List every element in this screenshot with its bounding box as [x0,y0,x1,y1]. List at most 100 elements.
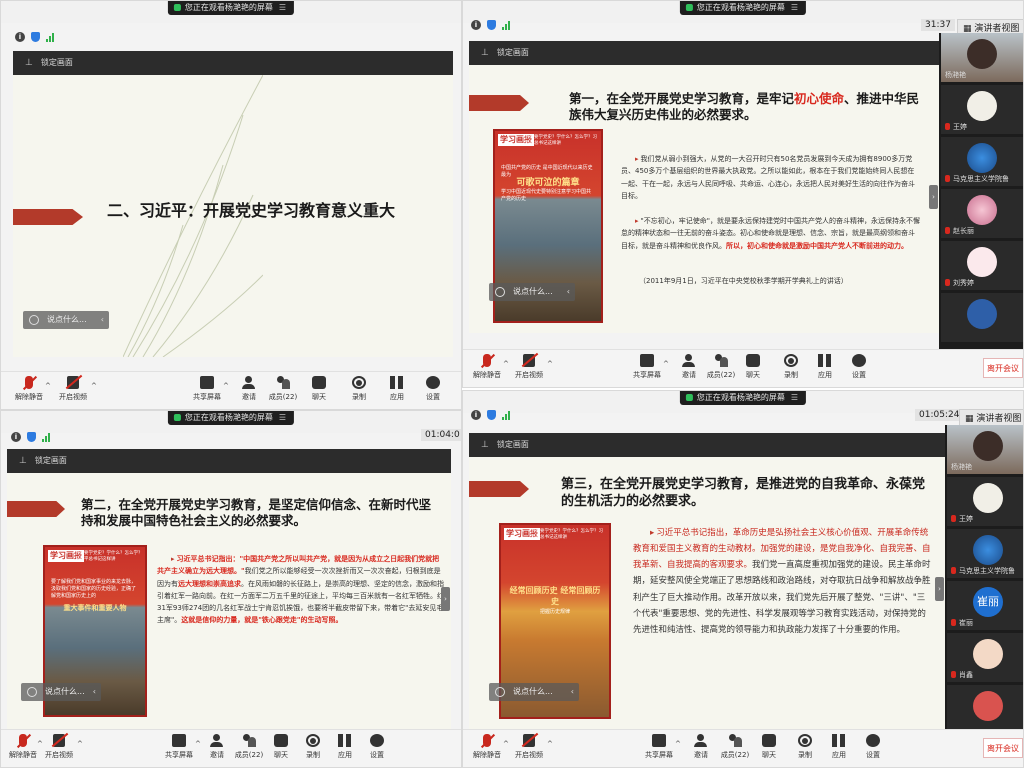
share-screen-icon [172,734,186,747]
chevron-up-icon[interactable]: ^ [503,360,509,368]
invite-label: 邀请 [242,393,256,401]
sidebar-toggle[interactable]: › [929,185,938,209]
unmute-button[interactable]: 解除静音 [9,376,49,402]
shield-icon[interactable] [27,432,36,442]
video-button[interactable]: 开启视频 [53,376,93,402]
menu-icon[interactable]: ☰ [791,3,798,12]
share-screen-button[interactable]: 共享屏幕 [627,354,667,380]
apps-button[interactable]: 应用 [377,376,417,402]
slide-title: 第一，在全党开展党史学习教育，是牢记初心使命、推进中华民族伟大复兴历史伟业的必然… [569,91,929,124]
slide-paragraph: ▸ 习近平总书记指出："中国共产党之所以叫共产党，就是因为从成立之日起我们党就把共… [157,553,445,627]
screen-share-banner[interactable]: 您正在观看杨滟艳的屏幕 ☰ [679,1,807,15]
chevron-left-icon[interactable]: ‹ [571,683,574,701]
emoji-icon[interactable] [495,287,505,297]
participant-tile[interactable]: 肖鑫 [947,633,1023,682]
video-button[interactable]: 开启视频 [509,354,549,380]
unmute-button[interactable]: 解除静音 [467,734,507,760]
chevron-up-icon[interactable]: ^ [675,740,681,748]
participant-tile[interactable] [947,685,1023,731]
chat-input[interactable]: 说点什么... ‹ [23,311,109,329]
screen-share-banner[interactable]: 您正在观看杨滟艳的屏幕 ☰ [167,411,295,425]
participant-tile[interactable]: 王婷 [947,477,1023,526]
sidebar-toggle[interactable]: › [441,587,450,611]
chevron-left-icon[interactable]: ‹ [93,683,96,701]
lock-screen-bar[interactable]: ⊥ 锁定画面 [469,433,945,457]
screen-share-banner[interactable]: 您正在观看杨滟艳的屏幕 ☰ [167,1,295,15]
unmute-label: 解除静音 [473,751,501,759]
chevron-up-icon[interactable]: ^ [547,740,553,748]
cover-tagline: 为何要学党史？学什么？怎么学？习近平总书记这样讲 [75,551,143,562]
shield-icon[interactable] [487,410,496,420]
title-part-a: 第一，在全党开展党史学习教育，是牢记 [569,91,795,106]
signal-icon[interactable] [502,20,512,30]
participant-tile[interactable]: 赵长丽 [941,189,1023,238]
unmute-button[interactable]: 解除静音 [467,354,507,380]
chevron-left-icon[interactable]: ‹ [567,283,570,301]
mic-off-icon [945,123,950,130]
sidebar-toggle[interactable]: › [935,577,944,601]
signal-icon[interactable] [46,32,56,42]
participant-tile[interactable]: 马克思主义学院鲁 [941,137,1023,186]
members-button[interactable]: 成员(22) [263,376,303,402]
participant-video[interactable]: 杨滟艳 [941,33,1023,82]
video-button[interactable]: 开启视频 [39,734,79,760]
chevron-up-icon[interactable]: ^ [91,382,97,390]
chat-button[interactable]: 聊天 [733,354,773,380]
info-icon[interactable]: i [11,432,21,442]
chat-input[interactable]: 说点什么... ‹ [21,683,101,701]
participant-tile[interactable]: 马克思主义学院鲁 [947,529,1023,578]
participant-tile[interactable] [941,293,1023,342]
menu-icon[interactable]: ☰ [279,413,286,422]
chat-input[interactable]: 说点什么... ‹ [489,683,579,701]
info-icon[interactable]: i [471,20,481,30]
menu-icon[interactable]: ☰ [279,3,286,12]
chat-input[interactable]: 说点什么... ‹ [489,283,575,301]
shield-icon[interactable] [487,20,496,30]
video-button[interactable]: 开启视频 [509,734,549,760]
screen-share-banner[interactable]: 您正在观看杨滟艳的屏幕 ☰ [679,391,807,405]
participant-name: 王婷 [945,122,1021,132]
info-icon[interactable]: i [471,410,481,420]
chat-button[interactable]: 聊天 [749,734,789,760]
share-screen-button[interactable]: 共享屏幕 [159,734,199,760]
chat-button[interactable]: 聊天 [299,376,339,402]
participant-tile[interactable]: 王婷 [941,85,1023,134]
record-label: 录制 [784,371,798,379]
emoji-icon[interactable] [29,315,39,325]
record-button[interactable]: 录制 [339,376,379,402]
chevron-up-icon[interactable]: ^ [45,382,51,390]
chevron-up-icon[interactable]: ^ [503,740,509,748]
meeting-window-2: 您正在观看杨滟艳的屏幕 ☰ i 31:37 ▦ 演讲者视图 ⊥ 锁定画面 第一，在全… [462,0,1024,388]
chevron-up-icon[interactable]: ^ [663,360,669,368]
share-screen-button[interactable]: 共享屏幕 [639,734,679,760]
participant-tile[interactable]: 刘秀婷 [941,241,1023,290]
chevron-up-icon[interactable]: ^ [77,740,83,748]
cover-tagline: 为何要学党史？学什么？怎么学？习近平总书记这样讲 [531,529,603,540]
lock-screen-bar[interactable]: ⊥ 锁定画面 [7,449,451,473]
participant-tile[interactable]: 崔丽 崔丽 [947,581,1023,630]
emoji-icon[interactable] [27,687,37,697]
avatar [973,639,1003,669]
mic-off-icon [951,567,956,574]
shield-icon[interactable] [31,32,40,42]
emoji-icon[interactable] [495,687,505,697]
signal-icon[interactable] [42,432,52,442]
menu-icon[interactable]: ☰ [791,393,798,402]
share-screen-button[interactable]: 共享屏幕 [187,376,227,402]
leave-meeting-button[interactable]: 离开会议 [983,358,1023,378]
lock-screen-bar[interactable]: ⊥ 锁定画面 [469,41,939,65]
lock-screen-bar[interactable]: ⊥ 锁定画面 [13,51,453,75]
signal-icon[interactable] [502,410,512,420]
presenter-view-select[interactable]: ▦ 演讲者视图 [959,409,1023,426]
settings-button[interactable]: 设置 [413,376,453,402]
participant-video[interactable]: 杨滟艳 [947,425,1023,474]
settings-button[interactable]: 设置 [839,354,879,380]
settings-button[interactable]: 设置 [853,734,893,760]
chevron-up-icon[interactable]: ^ [223,382,229,390]
info-icon[interactable]: i [15,32,25,42]
cover-tagline: 为何要学党史？学什么？怎么学？习近平总书记这样讲 [525,135,597,146]
leave-meeting-button[interactable]: 离开会议 [983,738,1023,758]
settings-button[interactable]: 设置 [357,734,397,760]
chevron-left-icon[interactable]: ‹ [101,311,104,329]
chevron-up-icon[interactable]: ^ [547,360,553,368]
